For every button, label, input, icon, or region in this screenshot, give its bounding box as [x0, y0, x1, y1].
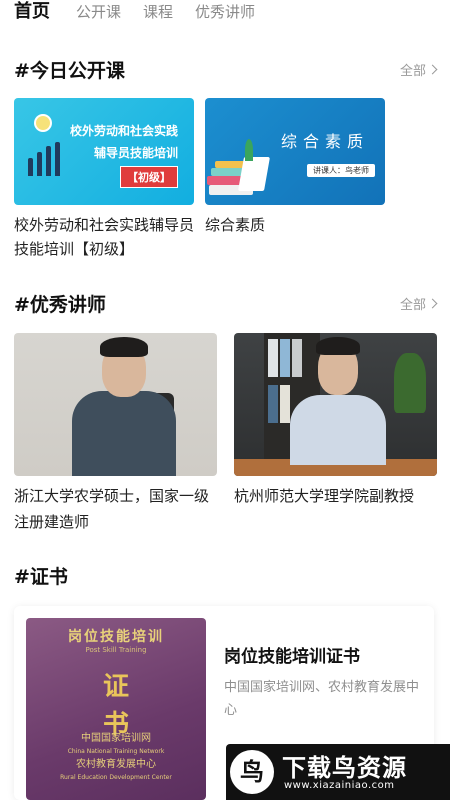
teacher-photo	[234, 333, 437, 476]
certificate-issuer: 中国国家培训网、农村教育发展中心	[224, 680, 420, 718]
thumbnail-teacher: 讲课人：鸟老师	[307, 164, 375, 177]
watermark-banner: 鸟 下载鸟资源 www.xiazainiao.com	[226, 744, 450, 800]
teachers-title: #优秀讲师	[14, 294, 106, 316]
thumbnail-title: 校外劳动和社会实践 辅导员技能培训	[69, 124, 178, 160]
certificate-image-org: 中国国家培训网 China National Training Network …	[60, 733, 172, 781]
level-badge: 【初级】	[120, 166, 178, 188]
today-courses-header: #今日公开课 全部	[14, 56, 438, 83]
course-name: 校外劳动和社会实践辅导员技能培训【初级】	[14, 216, 195, 258]
today-courses-title: #今日公开课	[14, 60, 125, 82]
top-tab-bar: 首页 公开课 课程 优秀讲师	[0, 0, 450, 30]
books-illustration	[205, 135, 275, 195]
tab-home[interactable]: 首页	[14, 0, 50, 24]
certificate-image: 岗位技能培训 Post Skill Training 证 书 中国国家培训网 C…	[26, 618, 206, 800]
watermark-url: www.xiazainiao.com	[284, 780, 395, 791]
tab-open-class[interactable]: 公开课	[76, 0, 121, 24]
course-card[interactable]: 综合素质 讲课人：鸟老师 综合素质	[205, 98, 385, 237]
more-label: 全部	[399, 64, 426, 79]
people-illustration	[28, 140, 64, 176]
course-name: 综合素质	[205, 216, 266, 234]
bird-logo-icon: 鸟	[230, 750, 274, 794]
certificates-title: #证书	[14, 566, 68, 588]
tab-teachers[interactable]: 优秀讲师	[195, 0, 255, 24]
teachers-header: #优秀讲师 全部	[14, 290, 438, 317]
today-courses-more-link[interactable]: 全部	[399, 60, 438, 79]
chevron-right-icon	[427, 298, 438, 309]
chevron-right-icon	[427, 64, 438, 75]
thumbnail-title: 综合素质	[281, 132, 370, 151]
teacher-card[interactable]: 杭州师范大学理学院副教授	[234, 333, 437, 509]
course-card[interactable]: 校外劳动和社会实践 辅导员技能培训 【初级】 校外劳动和社会实践辅导员技能培训【…	[14, 98, 194, 261]
tab-courses[interactable]: 课程	[143, 0, 173, 24]
teacher-description: 杭州师范大学理学院副教授	[234, 487, 415, 505]
certificate-image-char: 证	[102, 672, 129, 702]
certificate-title: 岗位技能培训证书	[224, 647, 360, 667]
teachers-more-link[interactable]: 全部	[399, 294, 438, 313]
certificate-image-subheader: Post Skill Training	[85, 646, 147, 654]
course-thumbnail: 综合素质 讲课人：鸟老师	[205, 98, 385, 205]
course-thumbnail: 校外劳动和社会实践 辅导员技能培训 【初级】	[14, 98, 194, 205]
teacher-photo	[14, 333, 217, 476]
lightbulb-icon	[36, 116, 50, 130]
certificate-image-header: 岗位技能培训	[68, 629, 164, 645]
watermark-name: 下载鸟资源	[282, 754, 407, 782]
certificates-header: #证书	[14, 562, 436, 589]
teacher-description: 浙江大学农学硕士，国家一级注册建造师	[14, 487, 210, 531]
teacher-card[interactable]: 浙江大学农学硕士，国家一级注册建造师	[14, 333, 217, 535]
more-label: 全部	[399, 298, 426, 313]
